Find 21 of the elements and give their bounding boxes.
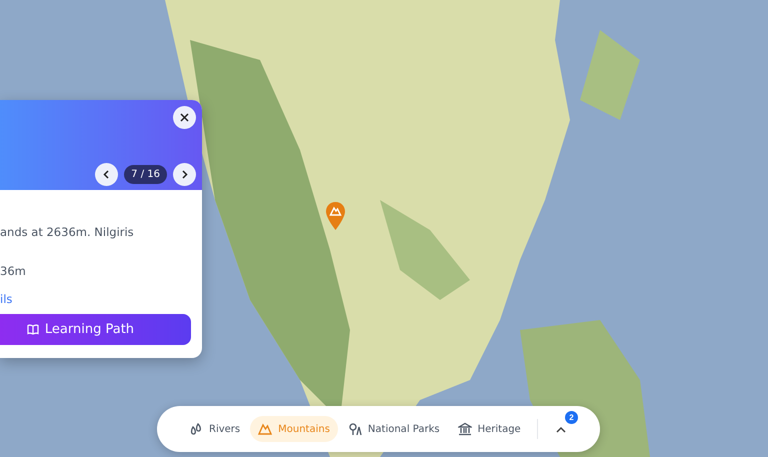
previous-button[interactable]	[95, 163, 118, 186]
book-icon	[26, 324, 39, 335]
learning-path-button[interactable]: Learning Path	[0, 314, 191, 345]
description-text: ands at 2636m. Nilgiris	[0, 225, 135, 239]
map-pin-icon	[326, 202, 345, 230]
drops-icon	[189, 422, 203, 436]
count-badge: 2	[565, 411, 578, 424]
columns-icon	[458, 422, 472, 436]
close-icon	[180, 113, 189, 122]
page-counter: 7 / 16	[124, 165, 167, 184]
chevron-left-icon	[103, 170, 110, 179]
chevron-right-icon	[181, 170, 188, 179]
detail-text: 36m	[0, 264, 27, 278]
category-tab[interactable]: Heritage	[450, 416, 529, 442]
mountain-icon	[258, 422, 272, 436]
category-tab[interactable]: Rivers	[181, 416, 248, 442]
details-link[interactable]: ils	[0, 292, 202, 306]
next-button[interactable]	[173, 163, 196, 186]
close-button[interactable]	[173, 106, 196, 129]
chevron-up-icon	[556, 426, 566, 432]
category-tab[interactable]: National Parks	[340, 416, 448, 442]
